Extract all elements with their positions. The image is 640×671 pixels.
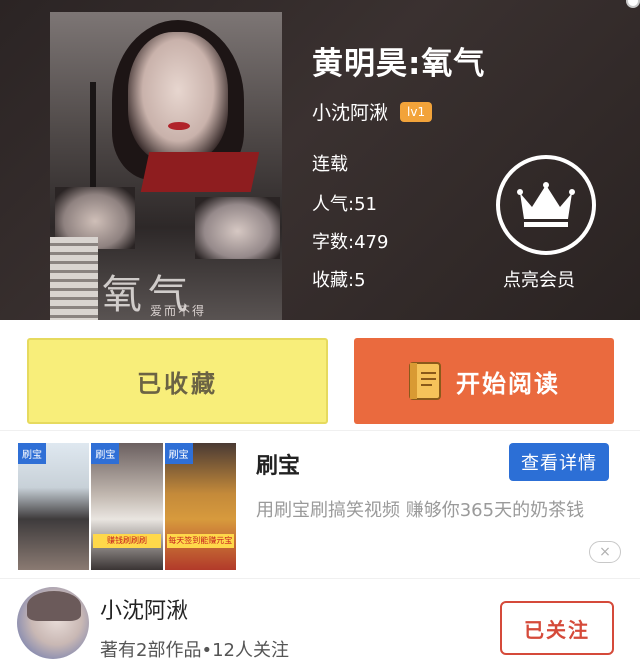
cover-art-tower <box>50 237 98 320</box>
book-word-count: 字数:479 <box>312 232 389 253</box>
favorited-button[interactable]: 已收藏 <box>27 338 328 424</box>
ad-brand-tag: 刷宝 <box>18 443 46 464</box>
ad-description[interactable]: 用刷宝刷搞笑视频 赚够你365天的奶茶钱 <box>256 496 616 525</box>
book-icon <box>408 361 444 401</box>
book-cover[interactable]: 氧气 爱而不得 <box>50 12 282 320</box>
divider <box>0 578 640 579</box>
following-button[interactable]: 已关注 <box>500 601 614 655</box>
avatar[interactable] <box>17 587 89 659</box>
cover-art-face <box>128 32 228 162</box>
close-icon[interactable]: × <box>589 541 621 563</box>
avatar-hair <box>27 591 81 621</box>
cover-art-collar <box>140 152 260 192</box>
status-dot <box>626 0 640 8</box>
author-name[interactable]: 小沈阿湫 <box>312 98 388 125</box>
ad-thumb-caption: 每天签到能赚元宝 <box>166 534 234 548</box>
ad-brand-tag: 刷宝 <box>91 443 120 464</box>
start-reading-label: 开始阅读 <box>456 369 560 398</box>
ad-thumbnail[interactable]: 刷宝 每天签到能赚元宝 <box>164 443 236 570</box>
ad-thumbnail[interactable]: 刷宝 <box>18 443 90 570</box>
divider <box>0 430 640 431</box>
ad-images[interactable]: 刷宝 刷宝 赚钱刷刷刷 刷宝 每天签到能赚元宝 <box>18 443 236 570</box>
book-header: 氧气 爱而不得 黄明昊:氧气 小沈阿湫 lv1 连载 人气:51 字数:479 … <box>0 0 640 320</box>
book-title: 黄明昊:氧气 <box>312 46 486 82</box>
ad-brand-tag: 刷宝 <box>164 443 193 464</box>
start-reading-button[interactable]: 开始阅读 <box>354 338 614 424</box>
level-badge: lv1 <box>400 101 433 122</box>
view-details-button[interactable]: 查看详情 <box>509 443 609 481</box>
author-card-name[interactable]: 小沈阿湫 <box>100 593 188 625</box>
cover-art-lips <box>168 122 190 130</box>
cover-subtitle: 爱而不得 <box>150 304 207 318</box>
cover-art-portrait-right <box>195 197 280 259</box>
cover-art-lamp <box>90 82 96 202</box>
crown-icon <box>517 182 575 227</box>
book-status: 连载 <box>312 154 348 175</box>
author-card-info: 著有2部作品•12人关注 <box>100 640 289 661</box>
book-popularity: 人气:51 <box>312 194 377 215</box>
favorited-label: 已收藏 <box>137 369 218 398</box>
vip-label[interactable]: 点亮会员 <box>503 266 575 292</box>
ad-thumbnail[interactable]: 刷宝 赚钱刷刷刷 <box>91 443 163 570</box>
ad-thumb-caption: 赚钱刷刷刷 <box>93 534 161 548</box>
ad-title[interactable]: 刷宝 <box>256 448 300 480</box>
vip-button[interactable] <box>496 155 596 255</box>
book-favorites: 收藏:5 <box>312 270 366 291</box>
author-row[interactable]: 小沈阿湫 lv1 <box>312 98 433 125</box>
